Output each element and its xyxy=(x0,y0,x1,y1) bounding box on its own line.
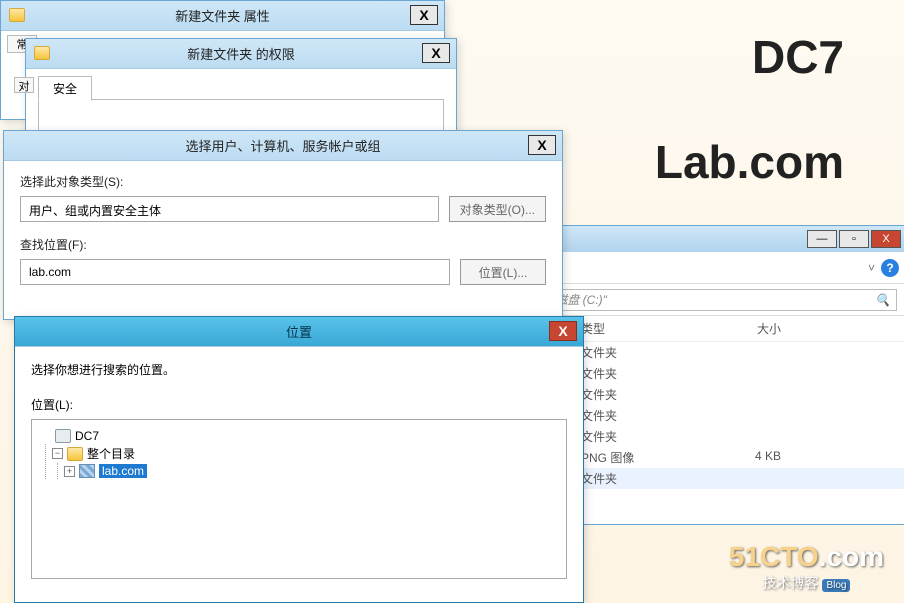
brand-line2: Lab.com xyxy=(655,135,844,189)
close-button[interactable]: X xyxy=(549,321,577,341)
permissions-window: 新建文件夹 的权限 X 对 安全 xyxy=(25,38,457,138)
titlebar[interactable]: 位置 X xyxy=(15,317,583,347)
col-size[interactable]: 大小 xyxy=(681,320,781,337)
label-location: 位置(L): xyxy=(31,396,567,413)
tree-node-labcom[interactable]: + lab.com xyxy=(64,463,558,479)
location-tree: DC7 − 整个目录 + lab.com xyxy=(31,419,567,579)
watermark: 51CTO.com 技术博客Blog xyxy=(729,541,884,593)
title: 位置 xyxy=(286,322,312,341)
description: 选择你想进行搜索的位置。 xyxy=(31,361,567,378)
close-button[interactable]: X xyxy=(871,230,901,248)
close-button[interactable]: X xyxy=(528,135,556,155)
folder-icon xyxy=(67,447,83,461)
domain-icon xyxy=(79,464,95,478)
titlebar[interactable]: 新建文件夹 属性 X xyxy=(1,1,444,31)
maximize-button[interactable]: ▫ xyxy=(839,230,869,248)
minimize-button[interactable]: — xyxy=(807,230,837,248)
titlebar[interactable]: 选择用户、计算机、服务帐户或组 X xyxy=(4,131,562,161)
close-button[interactable]: X xyxy=(422,43,450,63)
location-window: 位置 X 选择你想进行搜索的位置。 位置(L): DC7 − 整个目录 + xyxy=(14,316,584,603)
object-type-field: 用户、组或内置安全主体 xyxy=(20,196,439,222)
folder-icon xyxy=(34,46,50,60)
search-icon: 🔍 xyxy=(875,293,890,307)
titlebar[interactable]: 新建文件夹 的权限 X xyxy=(26,39,456,69)
close-button[interactable]: X xyxy=(410,5,438,25)
collapse-icon[interactable]: − xyxy=(52,448,63,459)
brand-line1: DC7 xyxy=(752,30,844,84)
folder-icon xyxy=(9,8,25,22)
tab-security[interactable]: 安全 xyxy=(38,76,92,101)
expand-icon[interactable]: + xyxy=(64,466,75,477)
col-type[interactable]: 类型 xyxy=(581,320,681,337)
help-icon[interactable]: ? xyxy=(881,259,899,277)
label-location: 查找位置(F): xyxy=(20,236,546,253)
location-field: lab.com xyxy=(20,259,450,285)
title: 新建文件夹 的权限 xyxy=(187,44,295,63)
tree-node-directory[interactable]: − 整个目录 xyxy=(52,444,558,463)
tab-stub-left: 对 xyxy=(14,77,34,93)
title: 选择用户、计算机、服务帐户或组 xyxy=(185,136,380,155)
computer-icon xyxy=(55,429,71,443)
location-button[interactable]: 位置(L)... xyxy=(460,259,546,285)
options-caret[interactable]: ˅ xyxy=(868,261,875,275)
tree-node-dc7[interactable]: DC7 xyxy=(40,428,558,444)
label-object-type: 选择此对象类型(S): xyxy=(20,173,546,190)
title: 新建文件夹 属性 xyxy=(175,6,270,25)
object-type-button[interactable]: 对象类型(O)... xyxy=(449,196,546,222)
select-user-window: 选择用户、计算机、服务帐户或组 X 选择此对象类型(S): 用户、组或内置安全主… xyxy=(3,130,563,320)
